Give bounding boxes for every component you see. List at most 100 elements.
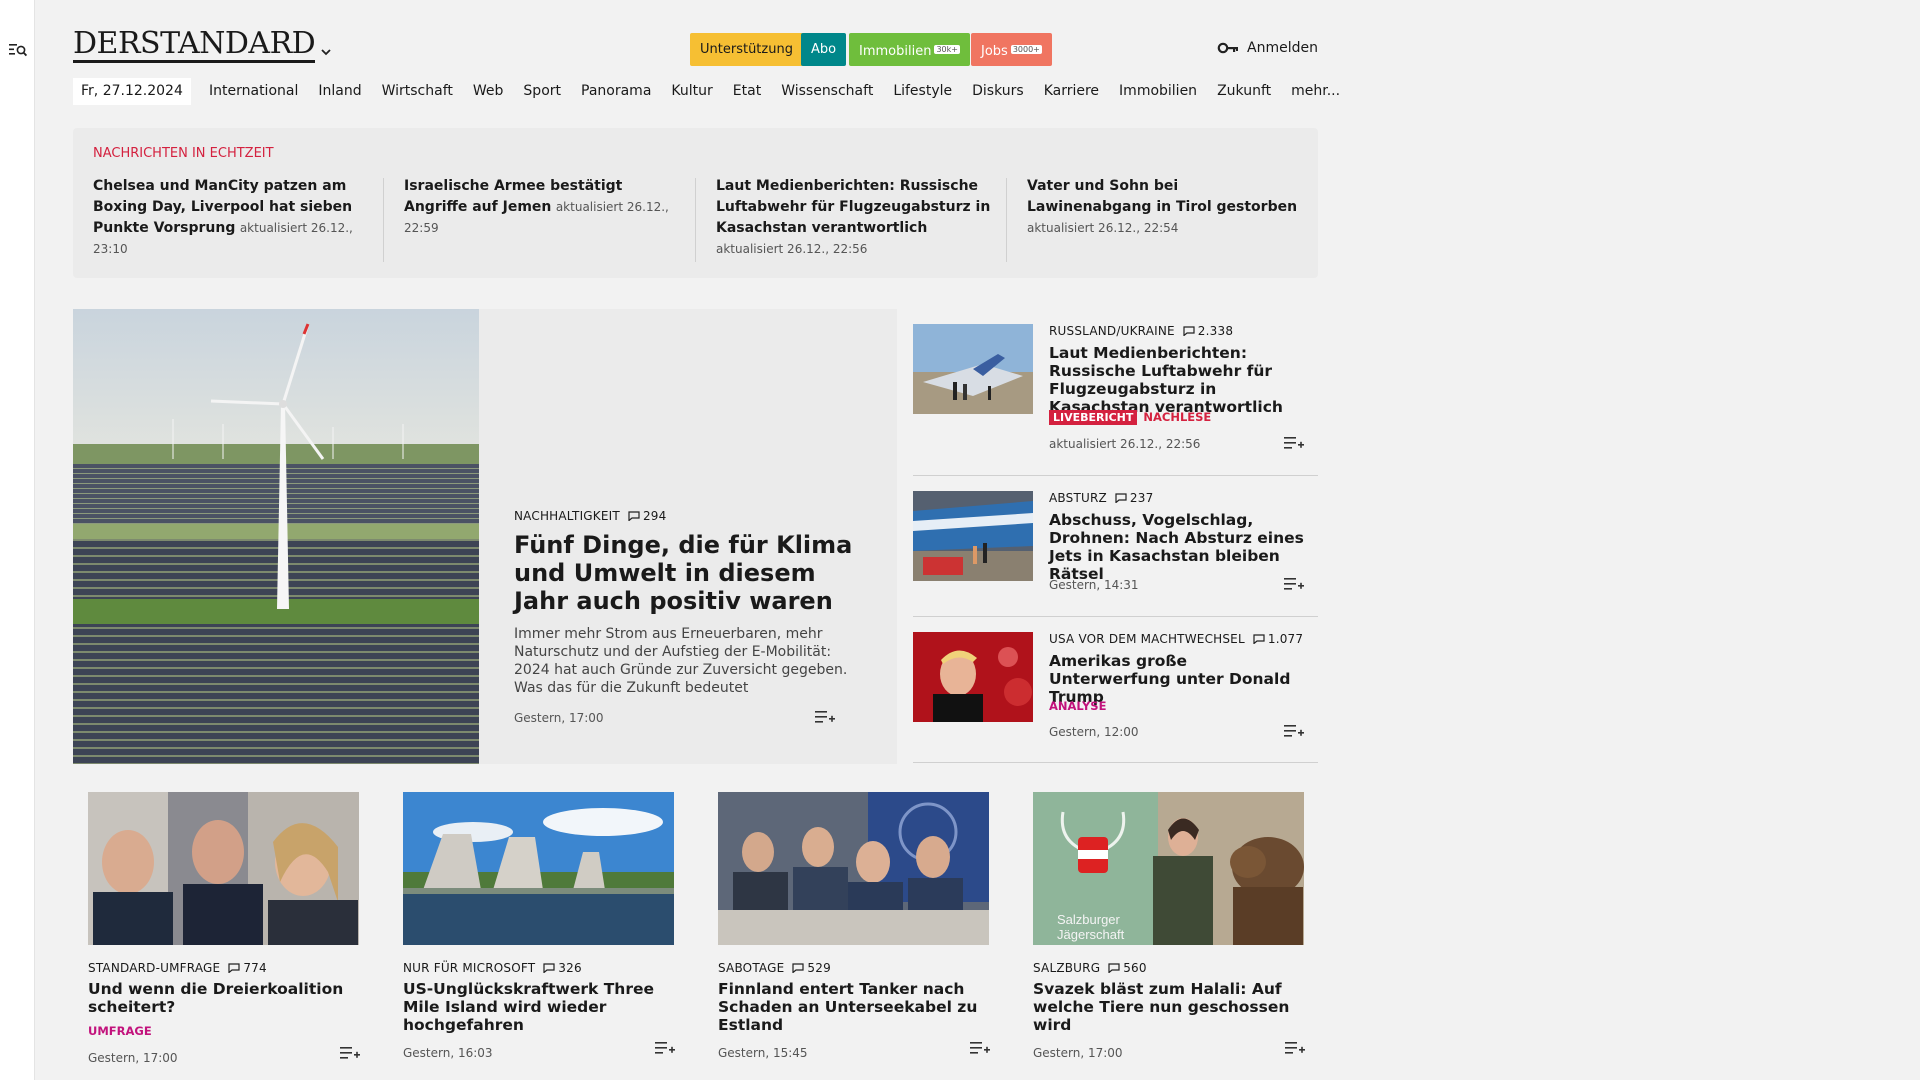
comment-icon [228,963,240,973]
live-ticker: NACHRICHTEN IN ECHTZEIT Chelsea und ManC… [73,128,1318,278]
story-kicker: ABSTURZ 237 [1049,491,1153,505]
comment-icon [1115,493,1127,503]
add-to-list-icon[interactable] [815,709,835,729]
comment-count[interactable]: 237 [1115,491,1154,505]
immobilien-button[interactable]: Immobilien 30k+ [849,33,970,66]
comment-count-value: 560 [1123,961,1147,975]
nav-item-etat[interactable]: Etat [733,78,761,105]
nav-item-panorama[interactable]: Panorama [581,78,651,105]
comment-count[interactable]: 1.077 [1253,632,1303,646]
story-card: NUR FÜR MICROSOFT 326 US-Unglückskraftwe… [403,792,675,1062]
comment-count-value: 2.338 [1197,324,1234,338]
immobilien-count-badge: 30k+ [934,45,960,54]
story-card: STANDARD-UMFRAGE 774 Und wenn die Dreier… [88,792,360,1067]
nav-item-karriere[interactable]: Karriere [1044,78,1099,105]
add-to-list-icon[interactable] [970,1040,990,1060]
nav-item-international[interactable]: International [209,78,298,105]
jobs-label: Jobs [981,44,1008,59]
nav-item-lifestyle[interactable]: Lifestyle [893,78,952,105]
story-image[interactable] [718,792,989,945]
story-title[interactable]: Svazek bläst zum Halali: Auf welche Tier… [1033,980,1305,1034]
recap-badge: NACHLESE [1143,410,1212,424]
story-kicker: NUR FÜR MICROSOFT 326 [403,961,675,975]
ticker-item[interactable]: Laut Medienberichten: Russische Luftabwe… [716,176,991,260]
nav-item-wissenschaft[interactable]: Wissenschaft [781,78,873,105]
page-content: DERSTANDARD Unterstützung Abo Immobilien… [73,0,1340,1080]
story-card: SABOTAGE 529 Finnland entert Tanker nach… [718,792,990,1062]
story-time: Gestern, 12:00 [1049,725,1139,739]
add-to-list-icon[interactable] [1284,576,1304,596]
site-logo[interactable]: DERSTANDARD [73,29,316,63]
add-to-list-icon[interactable] [655,1040,675,1060]
story-badges: ANALYSE [1049,695,1106,714]
comment-count[interactable]: 294 [628,509,667,523]
live-badge: LIVEBERICHT [1049,410,1138,425]
jobs-count-badge: 3000+ [1010,45,1042,54]
ticker-title: NACHRICHTEN IN ECHTZEIT [93,146,274,161]
search-menu-icon[interactable] [9,42,28,58]
comment-count[interactable]: 774 [228,961,267,975]
story-kicker: USA VOR DEM MACHTWECHSEL 1.077 [1049,632,1303,646]
ticker-item[interactable]: Chelsea und ManCity patzen am Boxing Day… [93,176,368,260]
add-to-list-icon[interactable] [1285,1040,1305,1060]
nav-item-more[interactable]: mehr... [1291,78,1340,105]
hero-time: Gestern, 17:00 [514,711,604,725]
story-title[interactable]: Abschuss, Vogelschlag, Drohnen: Nach Abs… [1049,511,1309,583]
abo-button[interactable]: Abo [801,33,847,66]
ticker-item[interactable]: Israelische Armee bestätigt Angriffe auf… [404,176,679,239]
divider [695,178,696,262]
story-time: aktualisiert 26.12., 22:56 [1049,437,1201,451]
story-title[interactable]: Finnland entert Tanker nach Schaden an U… [718,980,990,1034]
login-button[interactable]: Anmelden [1217,40,1318,56]
story-image[interactable] [913,491,1033,581]
side-story: USA VOR DEM MACHTWECHSEL 1.077 Amerikas … [913,617,1318,763]
jobs-button[interactable]: Jobs 3000+ [971,33,1052,66]
hero-lede: Immer mehr Strom aus Erneuerbaren, mehr … [514,626,848,696]
comment-icon [1183,326,1195,336]
ticker-item-time: aktualisiert 26.12., 22:54 [1027,221,1179,235]
story-kicker: STANDARD-UMFRAGE 774 [88,961,360,975]
story-image[interactable] [913,632,1033,722]
add-to-list-icon[interactable] [340,1045,360,1065]
nav-item-inland[interactable]: Inland [318,78,361,105]
nav-item-wirtschaft[interactable]: Wirtschaft [382,78,453,105]
comment-count[interactable]: 2.338 [1183,324,1233,338]
ticker-item[interactable]: Vater und Sohn bei Lawinenabgang in Tiro… [1027,176,1302,239]
story-kicker: SABOTAGE 529 [718,961,990,975]
comment-count-value: 326 [558,961,582,975]
nav-item-sport[interactable]: Sport [523,78,561,105]
nav-item-zukunft[interactable]: Zukunft [1217,78,1271,105]
immobilien-label: Immobilien [859,44,932,59]
comment-count[interactable]: 560 [1108,961,1147,975]
analysis-badge: ANALYSE [1049,699,1107,713]
story-time: Gestern, 17:00 [88,1051,178,1065]
comment-count-value: 529 [807,961,831,975]
story-title[interactable]: US-Unglückskraftwerk Three Mile Island w… [403,980,675,1034]
story-image[interactable] [403,792,674,945]
poll-badge: UMFRAGE [88,1024,152,1038]
story-image[interactable] [913,324,1033,414]
hero-image[interactable] [73,309,479,764]
comment-count[interactable]: 529 [792,961,831,975]
login-label: Anmelden [1247,40,1318,56]
comment-count-value: 237 [1129,491,1154,505]
story-time: Gestern, 14:31 [1049,578,1139,592]
nav-item-kultur[interactable]: Kultur [671,78,712,105]
story-title[interactable]: Und wenn die Dreierkoalition scheitert? [88,980,360,1016]
kicker-label: NACHHALTIGKEIT [514,509,620,523]
story-image[interactable] [88,792,359,945]
nav-item-immobilien[interactable]: Immobilien [1119,78,1197,105]
story-badges: LIVEBERICHT NACHLESE [1049,406,1211,425]
main-nav: International Inland Wirtschaft Web Spor… [209,78,1340,105]
chevron-down-icon[interactable] [319,42,333,56]
kicker-label: STANDARD-UMFRAGE [88,961,221,975]
nav-item-diskurs[interactable]: Diskurs [972,78,1024,105]
add-to-list-icon[interactable] [1284,435,1304,455]
comment-count[interactable]: 326 [543,961,582,975]
comment-icon [543,963,555,973]
story-image[interactable]: Salzburger Jägerschaft [1033,792,1304,945]
support-button[interactable]: Unterstützung [690,33,803,66]
nav-item-web[interactable]: Web [473,78,504,105]
hero-title[interactable]: Fünf Dinge, die für Klima und Umwelt in … [514,531,874,615]
add-to-list-icon[interactable] [1284,723,1304,743]
